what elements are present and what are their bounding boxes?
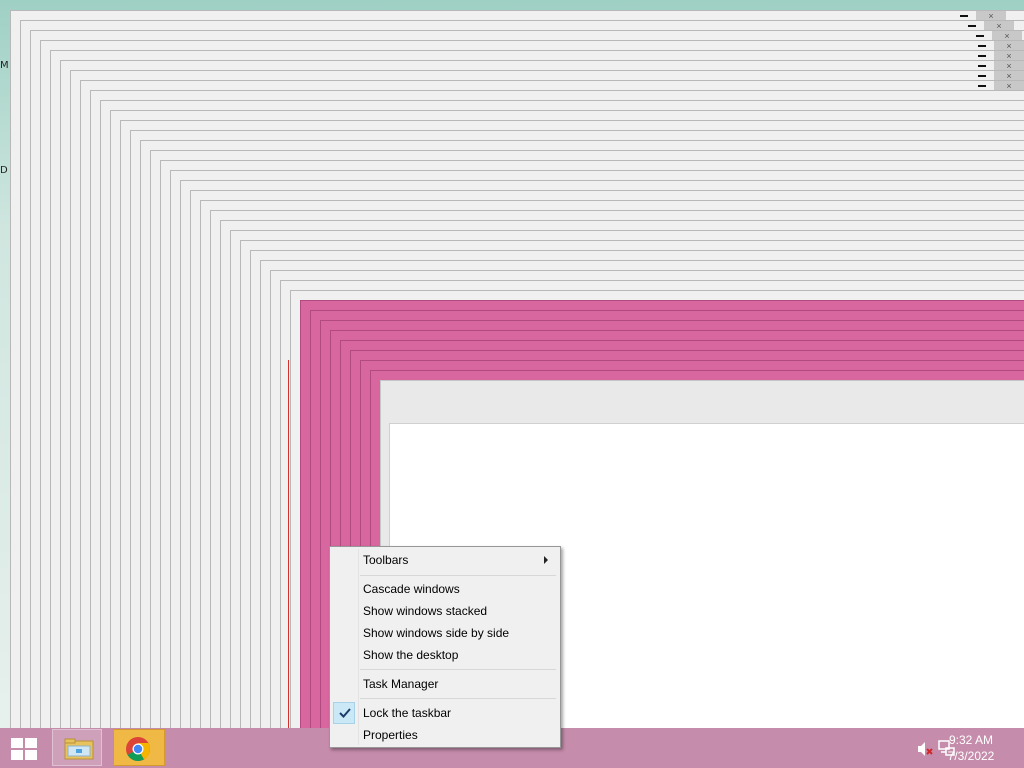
volume-muted-icon[interactable]: [916, 740, 934, 758]
menu-item-label: Show the desktop: [363, 648, 459, 662]
window-edge-highlight: [288, 360, 289, 728]
menu-item-label: Cascade windows: [363, 582, 460, 596]
taskbar-context-menu[interactable]: Toolbars Cascade windows Show windows st…: [329, 546, 561, 748]
menu-item-show-the-desktop[interactable]: Show the desktop: [332, 644, 558, 666]
folder-icon: [64, 738, 94, 760]
menu-separator: [360, 669, 556, 670]
minimize-icon[interactable]: [978, 85, 986, 87]
menu-item-label: Lock the taskbar: [363, 706, 452, 720]
menu-item-properties[interactable]: Properties: [332, 724, 558, 746]
menu-item-show-windows-stacked[interactable]: Show windows stacked: [332, 600, 558, 622]
system-tray: 9:32 AM 7/3/2022: [884, 728, 1024, 768]
menu-item-toolbars[interactable]: Toolbars: [332, 549, 558, 571]
desktop-icon-label-partial[interactable]: M: [0, 60, 10, 71]
chrome-icon: [126, 737, 150, 762]
minimize-icon[interactable]: [976, 35, 984, 37]
taskbar-chrome-button[interactable]: [113, 729, 165, 766]
clock-date: 7/3/2022: [947, 749, 995, 763]
menu-check-highlight: [333, 702, 355, 724]
minimize-icon[interactable]: [978, 75, 986, 77]
menu-item-show-windows-side-by-side[interactable]: Show windows side by side: [332, 622, 558, 644]
menu-item-label: Properties: [363, 728, 418, 742]
minimize-icon[interactable]: [978, 55, 986, 57]
menu-item-task-manager[interactable]: Task Manager: [332, 673, 558, 695]
windows-logo-icon: [11, 738, 37, 760]
minimize-icon[interactable]: [978, 45, 986, 47]
minimize-icon[interactable]: [978, 65, 986, 67]
menu-item-label: Show windows side by side: [363, 626, 510, 640]
desktop-icon-label-partial[interactable]: D: [0, 165, 10, 176]
menu-item-label: Task Manager: [363, 677, 439, 691]
menu-item-label: Toolbars: [363, 553, 409, 567]
start-button[interactable]: [6, 734, 40, 762]
menu-item-lock-the-taskbar[interactable]: Lock the taskbar: [332, 702, 558, 724]
submenu-arrow-icon: [544, 556, 548, 564]
clock[interactable]: 9:32 AM 7/3/2022: [936, 732, 1006, 764]
menu-separator: [360, 698, 556, 699]
checkmark-icon: [339, 708, 351, 718]
menu-separator: [360, 575, 556, 576]
menu-item-cascade-windows[interactable]: Cascade windows: [332, 578, 558, 600]
minimize-icon[interactable]: [960, 15, 968, 17]
minimize-icon[interactable]: [968, 25, 976, 27]
menu-item-label: Show windows stacked: [363, 604, 488, 618]
taskbar-file-explorer-button[interactable]: [52, 729, 102, 766]
clock-time: 9:32 AM: [948, 733, 994, 747]
